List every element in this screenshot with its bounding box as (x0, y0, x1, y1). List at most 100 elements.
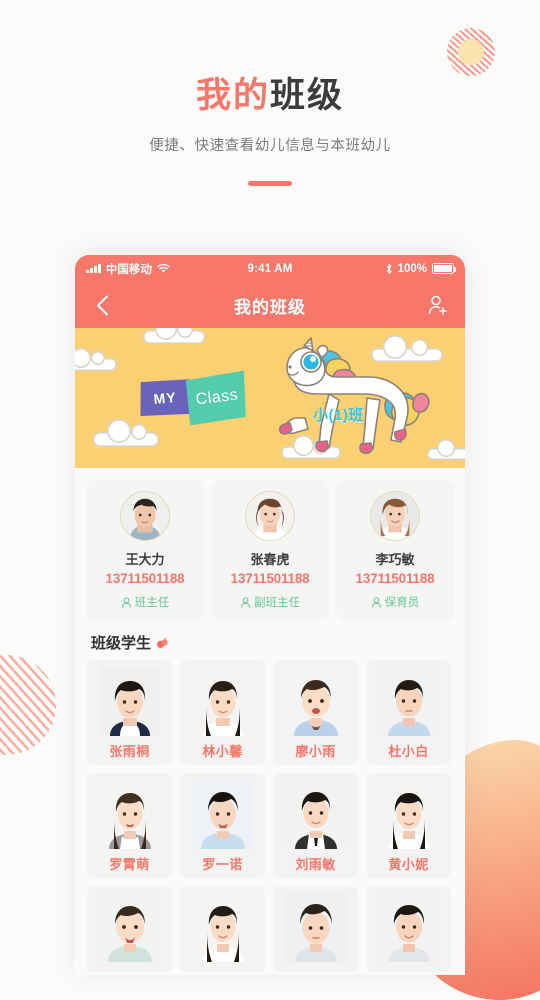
title-divider (248, 181, 292, 186)
battery-icon (432, 263, 457, 274)
cloud-icon (75, 348, 117, 371)
student-photo (378, 666, 439, 736)
student-grid: 张雨桐 林小馨 廖小雨 杜小白 罗霄萌 罗一诺 刘雨敏 黄小妮 (75, 660, 465, 972)
student-photo (99, 892, 160, 962)
status-time: 9:41 AM (247, 262, 293, 275)
student-card[interactable]: 张雨桐 (87, 660, 172, 765)
battery-percent-label: 100% (397, 262, 428, 275)
page-title-accent: 我的 (195, 76, 270, 115)
students-section-title: 班级学生 (75, 619, 465, 660)
teacher-name: 李巧敏 (375, 552, 415, 567)
student-photo (192, 666, 253, 736)
page-title-dark: 班级 (270, 76, 345, 115)
student-name: 刘雨敏 (295, 857, 336, 872)
student-photo (99, 779, 160, 849)
signal-bars-icon (86, 264, 101, 273)
student-card[interactable] (87, 886, 172, 972)
student-photo (99, 666, 160, 736)
student-name: 林小馨 (202, 744, 243, 759)
student-photo-6-icon (192, 779, 253, 849)
teacher-card[interactable]: 张春虎 13711501188 副班主任 (212, 480, 328, 619)
teacher-role-label: 副班主任 (254, 597, 300, 609)
teacher-phone[interactable]: 13711501188 (231, 571, 310, 586)
avatar (120, 491, 170, 541)
teacher-role: 班主任 (121, 594, 170, 610)
student-card[interactable]: 廖小雨 (273, 660, 358, 765)
student-card[interactable]: 杜小白 (366, 660, 451, 765)
wifi-icon (157, 263, 170, 273)
male-teacher-avatar-icon (121, 492, 169, 540)
carrier-label: 中国移动 (105, 263, 152, 276)
student-photo-3-icon (285, 666, 346, 736)
student-photo-7-icon (285, 779, 346, 849)
student-photo (285, 892, 346, 962)
avatar (370, 491, 420, 541)
banner-tag-class: Class (184, 371, 249, 426)
app-header: 我的班级 (75, 282, 465, 328)
page-subtitle: 便捷、快速查看幼儿信息与本班幼儿 (149, 138, 391, 154)
student-card[interactable] (273, 886, 358, 972)
student-photo-9-icon (99, 892, 160, 962)
student-photo-12-icon (378, 892, 439, 962)
back-button[interactable] (89, 292, 115, 318)
unicorn-icon (278, 337, 430, 455)
student-photo-5-icon (99, 779, 160, 849)
teacher-card[interactable]: 李巧敏 13711501188 保育员 (337, 480, 453, 619)
header-title: 我的班级 (234, 297, 306, 317)
student-photo (285, 779, 346, 849)
student-name: 黄小妮 (388, 857, 429, 872)
student-card[interactable]: 罗一诺 (180, 773, 265, 878)
student-card[interactable]: 林小馨 (180, 660, 265, 765)
teacher-phone[interactable]: 13711501188 (106, 571, 185, 586)
add-person-icon (428, 295, 447, 315)
add-person-button[interactable] (425, 292, 451, 318)
students-section-label: 班级学生 (91, 635, 152, 652)
student-photo-10-icon (192, 892, 253, 962)
person-icon (240, 596, 251, 608)
student-name: 杜小白 (388, 744, 429, 759)
class-banner: MY Class 小(1)班 (75, 328, 465, 468)
person-icon (371, 596, 381, 608)
teacher-role: 保育员 (371, 594, 420, 610)
teacher-role: 副班主任 (240, 594, 300, 610)
avatar (245, 491, 295, 541)
cloud-icon (93, 419, 159, 447)
banner-tag-my: MY (138, 378, 193, 418)
hero-section: 我的班级 便捷、快速查看幼儿信息与本班幼儿 (0, 0, 540, 186)
student-photo-4-icon (378, 666, 439, 736)
student-name: 罗霄萌 (109, 857, 150, 872)
student-photo (192, 779, 253, 849)
status-bar: 中国移动 9:41 AM 100% (75, 255, 465, 282)
teacher-name: 王大力 (125, 552, 165, 567)
student-card[interactable]: 黄小妮 (366, 773, 451, 878)
teacher-name: 张春虎 (250, 552, 290, 567)
female-teacher-avatar-2-icon (371, 492, 419, 540)
student-card[interactable] (180, 886, 265, 972)
student-card[interactable]: 罗霄萌 (87, 773, 172, 878)
student-card[interactable]: 刘雨敏 (273, 773, 358, 878)
student-name: 罗一诺 (202, 857, 243, 872)
student-photo (285, 666, 346, 736)
female-teacher-avatar-1-icon (246, 492, 294, 540)
student-name: 张雨桐 (109, 744, 150, 759)
student-card[interactable] (366, 886, 451, 972)
teacher-card[interactable]: 王大力 13711501188 班主任 (87, 480, 203, 619)
teacher-role-label: 保育员 (384, 597, 420, 609)
cloud-icon (143, 328, 205, 344)
bluetooth-icon (386, 263, 392, 274)
teacher-role-label: 班主任 (134, 597, 170, 609)
chevron-left-icon (96, 295, 108, 315)
student-photo (192, 892, 253, 962)
student-photo-1-icon (99, 666, 160, 736)
striped-circle-icon (0, 655, 56, 755)
teacher-phone[interactable]: 13711501188 (356, 571, 435, 586)
student-photo-2-icon (192, 666, 253, 736)
phone-mockup: 中国移动 9:41 AM 100% 我的班级 MY Class 小(1)班 王大… (75, 255, 465, 975)
student-photo (378, 892, 439, 962)
student-photo-8-icon (378, 779, 439, 849)
class-name-label: 小(1)班 (313, 407, 364, 424)
student-name: 廖小雨 (295, 744, 336, 759)
page-title: 我的班级 (0, 78, 540, 113)
teacher-list: 王大力 13711501188 班主任 张春虎 13711501188 副班主任… (75, 468, 465, 619)
person-icon (121, 596, 131, 608)
